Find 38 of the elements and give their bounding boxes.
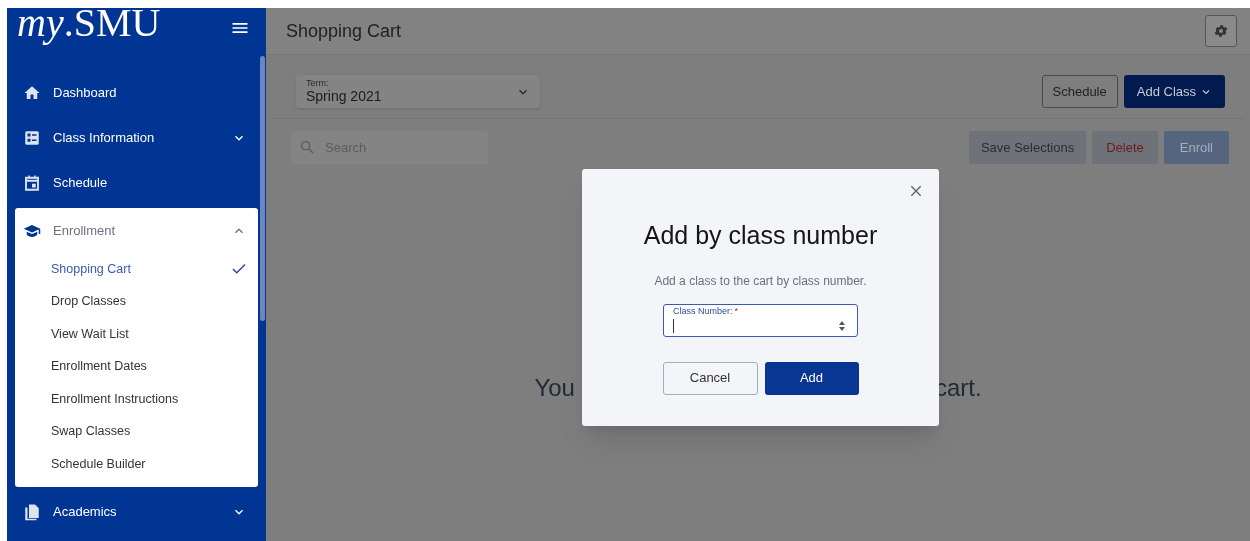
search-icon	[299, 139, 315, 155]
submenu-item[interactable]: Shopping Cart	[15, 253, 258, 286]
scrollbar-thumb[interactable]	[260, 56, 265, 321]
text-cursor	[673, 318, 674, 333]
spinner-icon[interactable]	[838, 319, 846, 332]
submenu-item[interactable]: Enrollment Dates	[15, 350, 258, 383]
sidebar-item[interactable]: Enrollment	[15, 208, 258, 253]
term-dropdown[interactable]: Term: Spring 2021	[296, 75, 540, 108]
submenu-item[interactable]: Enrollment Instructions	[15, 383, 258, 416]
cancel-button[interactable]: Cancel	[662, 361, 758, 395]
add-button[interactable]: Add	[764, 361, 859, 395]
sidebar-item[interactable]: Class Information	[15, 115, 258, 160]
submenu-item[interactable]: Swap Classes	[15, 415, 258, 448]
field-label: Class Number:	[673, 305, 733, 316]
submenu-item[interactable]: Drop Classes	[15, 285, 258, 318]
add-class-button[interactable]: Add Class	[1123, 75, 1225, 108]
close-button[interactable]	[908, 183, 924, 199]
logo: my.SMU	[17, 8, 161, 43]
schedule-button[interactable]: Schedule	[1041, 75, 1118, 108]
sidebar-item[interactable]: Schedule	[15, 160, 258, 205]
dialog-subtitle: Add a class to the cart by class number.	[654, 272, 867, 290]
required-mark: *	[734, 305, 739, 316]
sidebar-item[interactable]: Dashboard	[15, 70, 258, 115]
empty-cart-message: You	[534, 373, 575, 403]
dialog-title: Add by class number	[643, 220, 878, 251]
submenu-item[interactable]: View Wait List	[15, 318, 258, 351]
class-number-field[interactable]: Class Number: *	[663, 303, 858, 337]
term-value: Spring 2021	[306, 88, 382, 105]
calendar-icon	[23, 173, 41, 192]
term-label: Term:	[306, 78, 330, 88]
documents-icon	[23, 503, 41, 521]
sidebar-item[interactable]: Academics	[15, 489, 258, 535]
settings-icon	[1213, 23, 1229, 39]
close-icon	[908, 183, 924, 199]
list-icon	[23, 128, 41, 147]
submenu-item[interactable]: Schedule Builder	[15, 448, 258, 481]
page-title: Shopping Cart	[286, 19, 402, 43]
settings-button[interactable]	[1205, 15, 1237, 47]
